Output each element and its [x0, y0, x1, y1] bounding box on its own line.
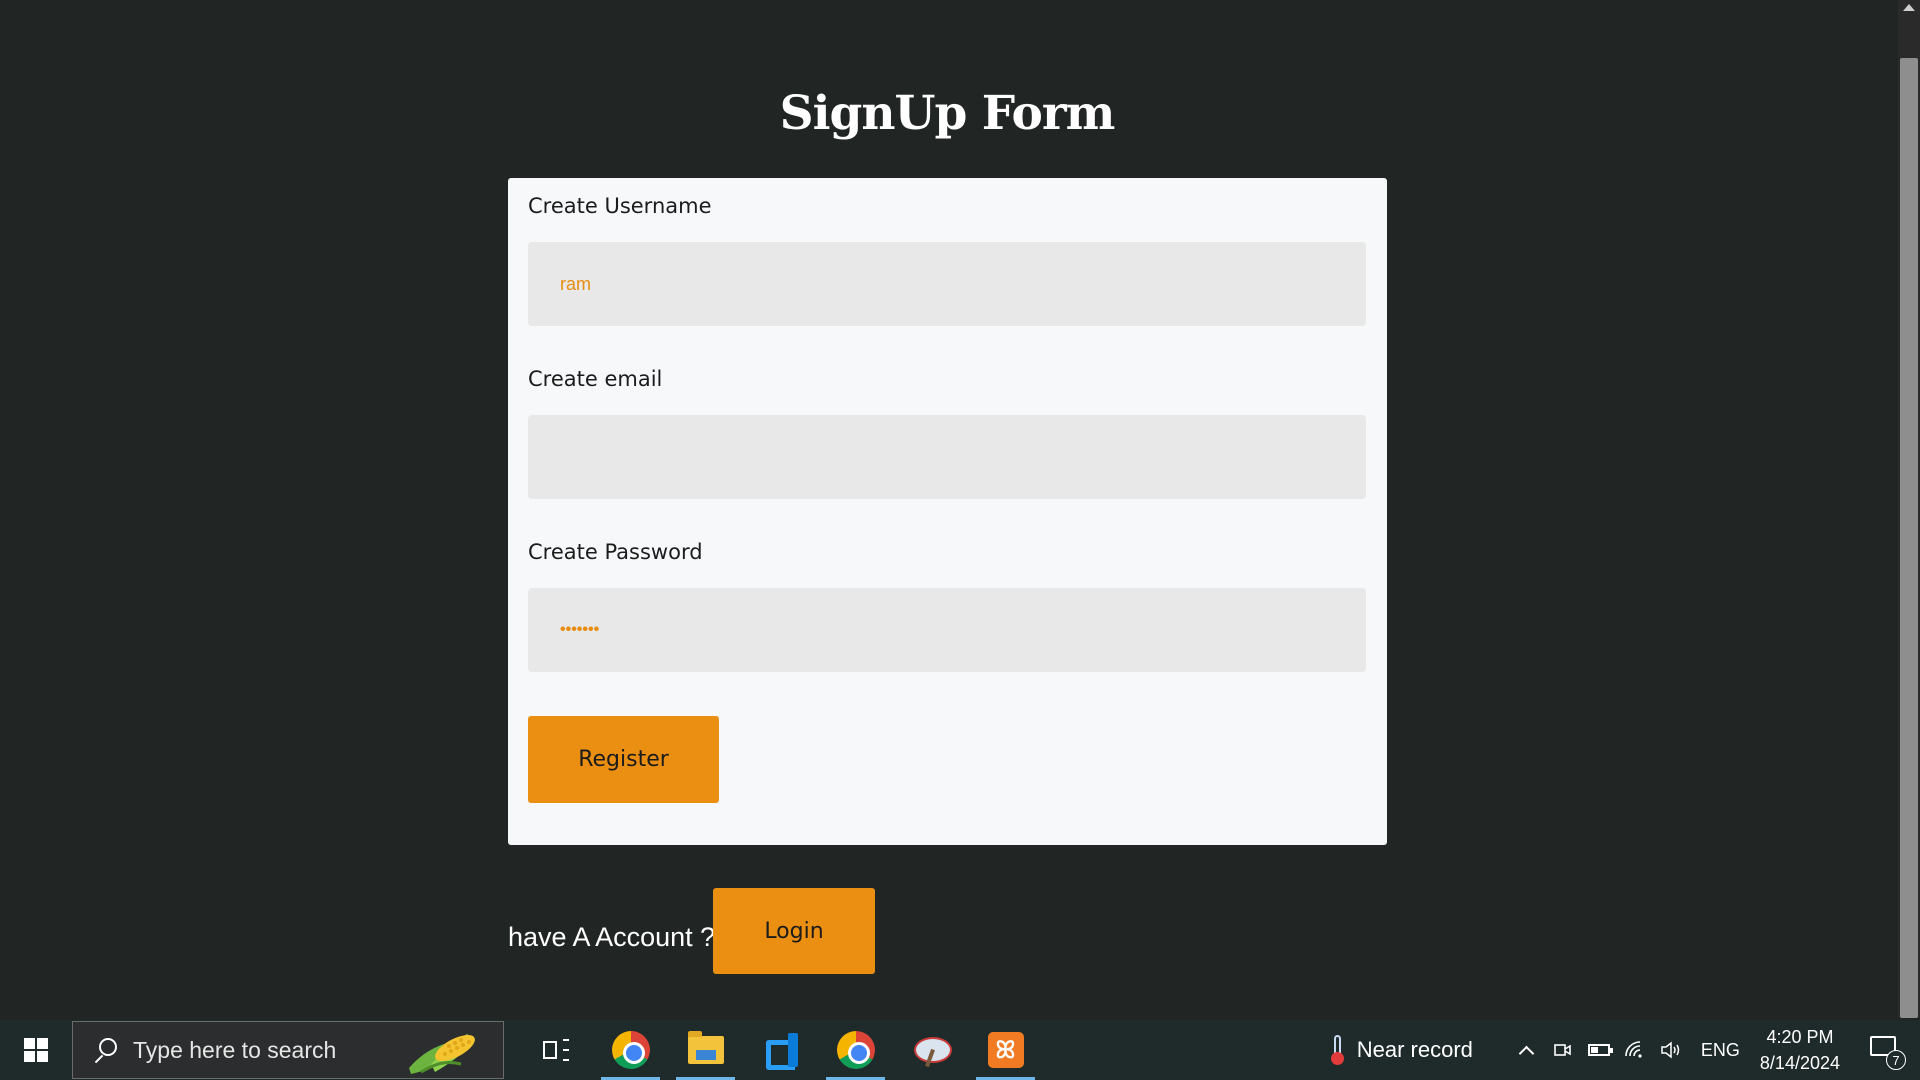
meet-now-icon[interactable]: [1545, 1040, 1581, 1060]
vscode-icon: [762, 1031, 800, 1069]
notification-center-button[interactable]: 7: [1866, 1030, 1906, 1070]
file-explorer-icon: [687, 1031, 724, 1064]
register-button[interactable]: Register: [528, 716, 719, 803]
username-label: Create Username: [528, 194, 712, 218]
page-scrollbar[interactable]: [1898, 0, 1920, 1018]
password-input[interactable]: •••••••: [528, 588, 1366, 672]
system-tray: Near record ENG 4:20 PM 8/14/2024 7: [1330, 1020, 1920, 1080]
scroll-thumb[interactable]: [1900, 58, 1918, 1018]
taskbar-xampp[interactable]: ꕤ: [968, 1020, 1043, 1080]
login-button[interactable]: Login: [713, 888, 875, 974]
language-indicator[interactable]: ENG: [1701, 1040, 1740, 1061]
task-view-button[interactable]: [518, 1020, 593, 1080]
chevron-up-icon: [1519, 1045, 1535, 1061]
taskbar-vscode[interactable]: [743, 1020, 818, 1080]
email-input[interactable]: [528, 415, 1366, 499]
taskbar: Type here to search ꕤ Near record ENG 4:…: [0, 1020, 1920, 1080]
have-account-text: have A Account ?: [508, 922, 716, 952]
search-icon: [91, 1036, 119, 1064]
page-title: SignUp Form: [779, 86, 1116, 141]
clock-date: 8/14/2024: [1759, 1053, 1840, 1073]
taskbar-chrome[interactable]: [593, 1020, 668, 1080]
weather-widget[interactable]: Near record: [1330, 1035, 1473, 1065]
search-placeholder: Type here to search: [133, 1036, 337, 1063]
taskbar-paint[interactable]: [893, 1020, 968, 1080]
start-button[interactable]: [0, 1020, 72, 1080]
paint-icon: [912, 1031, 952, 1069]
password-label: Create Password: [528, 540, 703, 564]
chrome-icon: [611, 1031, 650, 1069]
battery-icon[interactable]: [1581, 1044, 1617, 1056]
clock-time: 4:20 PM: [1766, 1027, 1834, 1047]
notification-count: 7: [1886, 1050, 1906, 1070]
taskbar-file-explorer[interactable]: [668, 1020, 743, 1080]
taskbar-search[interactable]: Type here to search: [72, 1021, 504, 1079]
scroll-up-arrow-icon[interactable]: [1903, 4, 1915, 11]
clock[interactable]: 4:20 PM 8/14/2024: [1760, 1024, 1840, 1076]
task-view-icon: [542, 1039, 569, 1061]
username-input[interactable]: ram: [528, 242, 1366, 326]
signup-form: Create Username ram Create email Create …: [508, 178, 1387, 845]
thermometer-icon: [1330, 1035, 1344, 1065]
chrome-profile-icon: [836, 1031, 875, 1069]
volume-icon[interactable]: [1653, 1040, 1689, 1060]
show-hidden-icons-button[interactable]: [1509, 1042, 1545, 1061]
xampp-icon: ꕤ: [987, 1032, 1024, 1068]
email-label: Create email: [528, 367, 663, 391]
corn-icon: [409, 1034, 475, 1074]
taskbar-chrome-profile[interactable]: [818, 1020, 893, 1080]
wifi-icon[interactable]: [1617, 1040, 1653, 1060]
weather-text: Near record: [1356, 1037, 1473, 1062]
windows-logo-icon: [24, 1038, 48, 1062]
